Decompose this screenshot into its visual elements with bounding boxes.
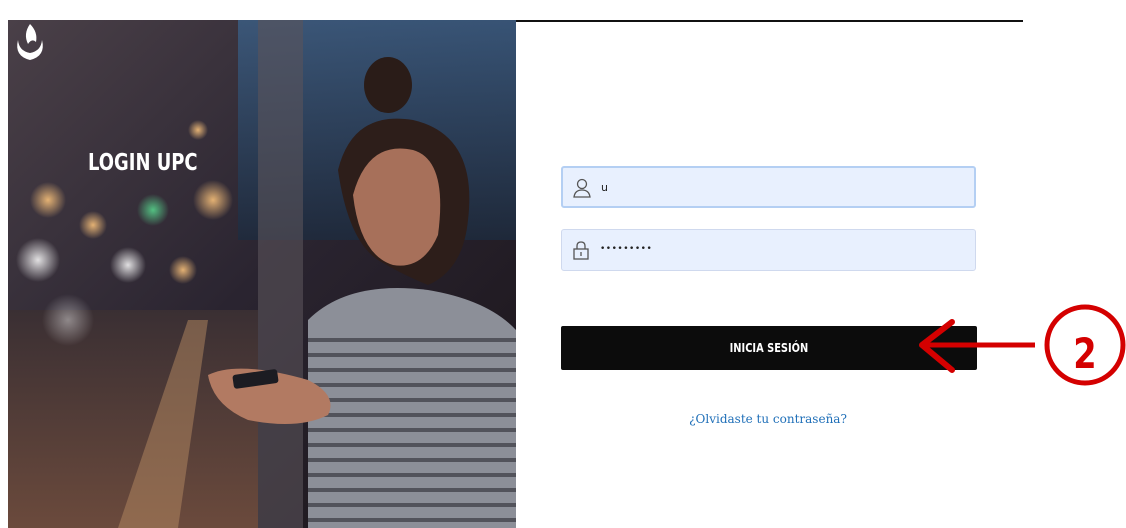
hero-photo-panel: LOGIN UPC bbox=[8, 20, 516, 528]
password-value: ••••••••• bbox=[600, 244, 653, 254]
username-value: u bbox=[601, 181, 608, 194]
lock-icon bbox=[573, 241, 589, 260]
step-number-badge: 2 bbox=[1073, 329, 1097, 378]
password-field[interactable]: ••••••••• bbox=[561, 229, 976, 271]
user-icon bbox=[573, 178, 591, 198]
upc-logo-icon bbox=[17, 24, 43, 60]
username-field[interactable]: u bbox=[561, 166, 976, 208]
top-divider bbox=[515, 20, 1023, 22]
login-button-label: INICIA SESIÓN bbox=[729, 341, 809, 355]
forgot-password-link[interactable]: ¿Olvidaste tu contraseña? bbox=[668, 412, 868, 426]
page-title: LOGIN UPC bbox=[88, 150, 198, 176]
hero-photo bbox=[8, 20, 516, 528]
